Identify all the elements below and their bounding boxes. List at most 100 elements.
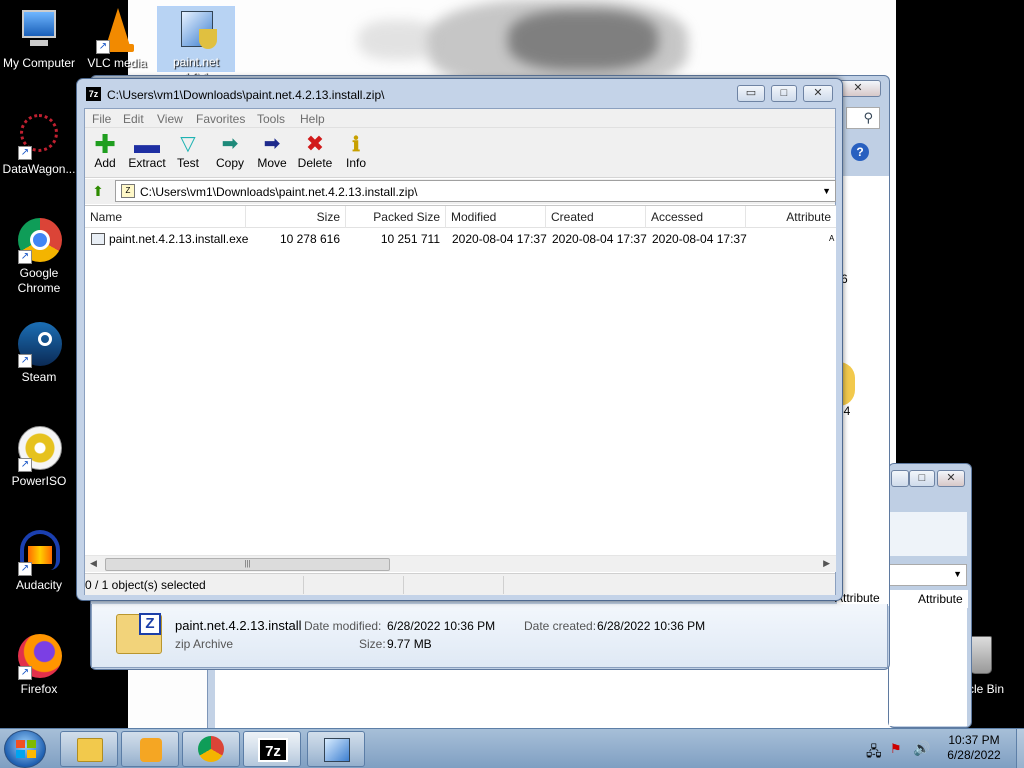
add-icon: ✚ [94,129,116,159]
clock[interactable]: 10:37 PM 6/28/2022 [934,733,1014,763]
info-button[interactable]: ℹ Info [334,132,378,176]
shortcut-arrow-icon: ↗ [96,40,110,54]
scroll-left-icon[interactable]: ◀ [90,558,97,569]
menu-view[interactable]: View [157,112,183,126]
desktop-icon-label: My Computer [2,56,76,70]
start-button[interactable] [4,730,46,768]
taskbar: 7z 🖧 ⚑ 🔊 10:37 PM 6/28/2022 [0,728,1024,768]
desktop-icon-label: VLC media [87,56,147,70]
search-box[interactable]: ⚲ [846,107,880,129]
column-header-attribute[interactable]: Attribute [835,591,889,605]
desktop-icon-my-computer[interactable]: My Computer [0,8,78,71]
taskbar-explorer[interactable] [60,731,118,767]
desktop-icon-firefox[interactable]: ↗ Firefox [0,634,78,697]
details-size-label: Size: [359,637,386,651]
search-icon: ⚲ [863,110,873,125]
address-path: C:\Users\vm1\Downloads\paint.net.4.2.13.… [140,185,418,199]
folder-icon [77,738,103,762]
column-header-attribute-2[interactable]: Attribute [904,590,968,608]
cell-size: 10 278 616 [279,232,340,246]
title-bar[interactable]: 7z C:\Users\vm1\Downloads\paint.net.4.2.… [77,79,842,107]
up-folder-icon[interactable]: ⬆ [88,182,108,201]
desktop-icon-audacity[interactable]: ↗ Audacity [0,530,78,593]
cell-attribute: A [829,234,835,243]
desktop-icon-datawagon[interactable]: ↗ DataWagon... [0,114,78,177]
datawagon-icon: ↗ [16,114,62,160]
help-icon[interactable]: ? [851,143,869,161]
column-header-modified[interactable]: Modified [446,206,546,228]
desktop-icon-steam[interactable]: ↗ Steam [0,322,78,385]
file-list-header: Name Size Packed Size Modified Created A… [85,206,836,228]
desktop-icon-vlc[interactable]: ↗ VLC media [78,8,156,71]
network-icon[interactable]: 🖧 [866,741,882,765]
details-file-type: zip Archive [175,637,234,651]
menu-help[interactable]: Help [300,112,325,126]
shortcut-arrow-icon: ↗ [18,354,32,368]
column-header-accessed[interactable]: Accessed [646,206,746,228]
shortcut-arrow-icon: ↗ [18,666,32,680]
status-text: 0 / 1 object(s) selected [85,578,206,592]
window-client: File Edit View Favorites Tools Help ✚ Ad… [84,108,836,595]
column-header-packed-size[interactable]: Packed Size [346,206,446,228]
chrome-icon: ↗ [16,218,62,264]
details-created-label: Date created: [524,619,597,633]
taskbar-media-player[interactable] [121,731,179,767]
desktop-icon-label: Steam [21,370,57,384]
minimize-button[interactable]: ▭ [737,85,765,102]
extract-button[interactable]: ▬ Extract [125,131,169,176]
file-list[interactable]: Name Size Packed Size Modified Created A… [85,205,836,564]
column-header-created[interactable]: Created [546,206,646,228]
test-button[interactable]: ▽ Test [166,132,210,176]
desktop-icon-paint-net[interactable]: paint.net 4.2.1 [157,6,235,84]
details-pane: Z paint.net.4.2.13.install zip Archive D… [91,604,888,668]
maximize-button[interactable]: □ [771,85,797,102]
details-created-value: 6/28/2022 10:36 PM [597,619,706,633]
move-icon: ➡ [263,133,281,155]
desktop-icon-chrome[interactable]: ↗ Google Chrome [0,218,78,296]
menu-file[interactable]: File [92,112,111,126]
close-button[interactable]: ✕ [803,85,833,102]
add-button[interactable]: ✚ Add [83,129,127,176]
taskbar-paint-net[interactable] [307,731,365,767]
address-combo[interactable]: Z C:\Users\vm1\Downloads\paint.net.4.2.1… [115,180,836,202]
paint-net-icon [324,738,350,762]
show-desktop-button[interactable] [1016,729,1024,768]
action-center-icon[interactable]: ⚑ [890,741,902,757]
7zip-window[interactable]: 7z C:\Users\vm1\Downloads\paint.net.4.2.… [76,78,843,601]
chevron-down-icon[interactable]: ▼ [822,186,831,196]
table-row[interactable]: paint.net.4.2.13.install.exe 10 278 616 … [85,229,836,249]
column-header-attribute[interactable]: Attribute [746,206,836,228]
window-title: C:\Users\vm1\Downloads\paint.net.4.2.13.… [107,88,385,102]
delete-icon: ✖ [305,131,325,156]
column-header-name[interactable]: Name [85,206,246,228]
shortcut-arrow-icon: ↗ [18,458,32,472]
windows-logo-icon [16,740,36,758]
delete-button[interactable]: ✖ Delete [293,132,337,176]
menu-favorites[interactable]: Favorites [196,112,245,126]
clock-date: 6/28/2022 [947,748,1001,762]
move-button[interactable]: ➡ Move [250,132,294,176]
copy-button[interactable]: ➡ Copy [208,132,252,176]
minimize-button[interactable] [891,470,909,487]
taskbar-7zip[interactable]: 7z [243,731,301,767]
column-header-size[interactable]: Size [246,206,346,228]
audacity-icon: ↗ [16,530,62,576]
maximize-button[interactable]: □ [909,470,935,487]
menu-bar: File Edit View Favorites Tools Help [85,109,835,128]
archive-folder-icon: Z [121,184,135,198]
menu-tools[interactable]: Tools [257,112,285,126]
desktop-icon-label: Audacity [15,578,63,592]
scroll-right-icon[interactable]: ▶ [823,558,830,569]
horizontal-scrollbar[interactable]: ◀ ||| ▶ [85,555,836,572]
menu-edit[interactable]: Edit [123,112,144,126]
details-modified-value: 6/28/2022 10:36 PM [387,619,496,633]
status-bar: 0 / 1 object(s) selected [85,573,835,595]
scrollbar-thumb[interactable]: ||| [105,558,390,571]
close-button[interactable]: ✕ [937,470,965,487]
desktop-icon-poweriso[interactable]: ↗ PowerISO [0,426,78,489]
taskbar-chrome[interactable] [182,731,240,767]
address-combo[interactable]: ▼ [889,564,967,586]
paint-net-icon [173,7,219,53]
volume-icon[interactable]: 🔊 [913,740,930,757]
desktop-icon-label: Google Chrome [17,266,61,295]
